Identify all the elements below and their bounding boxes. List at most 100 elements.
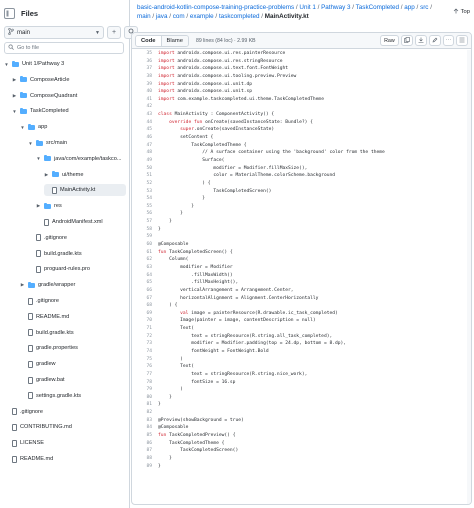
breadcrumb-link[interactable]: TaskCompleted <box>356 4 399 11</box>
breadcrumb-link[interactable]: app <box>404 4 415 11</box>
tree-folder[interactable]: ▼ Unit 1/Pathway 3 <box>4 58 64 70</box>
symbols-button[interactable] <box>456 35 468 46</box>
tree-file[interactable]: settings.gradle.kts <box>20 390 81 402</box>
line-number[interactable]: 61 <box>132 249 158 257</box>
tree-file[interactable]: LICENSE <box>4 437 44 449</box>
line-number[interactable]: 56 <box>132 210 158 218</box>
line-number[interactable]: 81 <box>132 401 158 409</box>
line-number[interactable]: 54 <box>132 195 158 203</box>
tree-file[interactable]: README.md <box>20 311 69 323</box>
breadcrumb-link[interactable]: taskcompleted <box>219 13 260 20</box>
tree-folder[interactable]: ▼ TaskCompleted <box>12 105 69 117</box>
line-number[interactable]: 80 <box>132 394 158 402</box>
tree-folder[interactable]: ▶ ComposeQuadrant <box>12 90 77 102</box>
line-number[interactable]: 70 <box>132 317 158 325</box>
tree-folder[interactable]: ▼ app <box>20 121 47 133</box>
tree-file[interactable]: MainActivity.kt <box>44 184 126 197</box>
chevron-down-icon[interactable]: ▼ <box>28 141 33 146</box>
line-number[interactable]: 86 <box>132 440 158 448</box>
go-to-file-input[interactable]: Go to file <box>4 42 124 54</box>
line-number[interactable]: 82 <box>132 409 158 417</box>
line-number[interactable]: 53 <box>132 188 158 196</box>
line-number[interactable]: 44 <box>132 119 158 127</box>
line-number[interactable]: 40 <box>132 88 158 96</box>
line-number[interactable]: 72 <box>132 333 158 341</box>
line-number[interactable]: 78 <box>132 379 158 387</box>
line-number[interactable]: 39 <box>132 81 158 89</box>
line-number[interactable]: 65 <box>132 279 158 287</box>
line-number[interactable]: 59 <box>132 233 158 241</box>
code-tab[interactable]: Code <box>136 35 162 46</box>
line-number[interactable]: 84 <box>132 424 158 432</box>
line-number[interactable]: 75 <box>132 356 158 364</box>
line-number[interactable]: 52 <box>132 180 158 188</box>
breadcrumb-link[interactable]: basic-android-kotlin-compose-training-pr… <box>137 4 294 11</box>
breadcrumb-link[interactable]: Pathway 3 <box>321 4 350 11</box>
line-number[interactable]: 55 <box>132 203 158 211</box>
tree-file[interactable]: README.md <box>4 453 53 465</box>
tree-file[interactable]: build.gradle.kts <box>20 327 74 339</box>
chevron-down-icon[interactable]: ▼ <box>12 109 17 114</box>
add-file-button[interactable]: + <box>107 26 121 39</box>
line-number[interactable]: 36 <box>132 58 158 66</box>
line-number[interactable]: 62 <box>132 256 158 264</box>
tree-folder[interactable]: ▼ src/main <box>28 137 67 149</box>
chevron-down-icon[interactable]: ▼ <box>4 62 9 67</box>
line-number[interactable]: 51 <box>132 172 158 180</box>
tree-file[interactable]: gradle.properties <box>20 342 78 354</box>
line-number[interactable]: 73 <box>132 340 158 348</box>
line-number[interactable]: 50 <box>132 165 158 173</box>
breadcrumb-link[interactable]: com <box>173 13 185 20</box>
line-number[interactable]: 85 <box>132 432 158 440</box>
edit-button[interactable] <box>428 35 441 46</box>
chevron-right-icon[interactable]: ▶ <box>12 77 17 83</box>
tree-folder[interactable]: ▶ ui/theme <box>44 169 83 181</box>
copy-button[interactable] <box>400 35 413 46</box>
tree-folder[interactable]: ▶ gradle/wrapper <box>20 279 75 291</box>
chevron-down-icon[interactable]: ▼ <box>36 156 41 161</box>
line-number[interactable]: 38 <box>132 73 158 81</box>
chevron-down-icon[interactable]: ▼ <box>20 125 25 130</box>
blame-tab[interactable]: Blame <box>161 35 188 46</box>
line-number[interactable]: 37 <box>132 65 158 73</box>
tree-folder[interactable]: ▶ res <box>36 200 62 212</box>
tree-file[interactable]: .gitignore <box>28 232 67 244</box>
tree-file[interactable]: AndroidManifest.xml <box>36 216 103 228</box>
top-button[interactable]: Top <box>453 8 470 16</box>
tree-file[interactable]: proguard-rules.pro <box>28 263 90 275</box>
line-number[interactable]: 87 <box>132 447 158 455</box>
line-number[interactable]: 76 <box>132 363 158 371</box>
line-number[interactable]: 45 <box>132 126 158 134</box>
chevron-right-icon[interactable]: ▶ <box>44 172 49 178</box>
tree-folder[interactable]: ▼ java/com/example/taskco... <box>36 153 121 165</box>
branch-selector[interactable]: main ▼ <box>4 26 104 39</box>
line-number[interactable]: 64 <box>132 272 158 280</box>
breadcrumb-link[interactable]: main <box>137 13 151 20</box>
line-number[interactable]: 57 <box>132 218 158 226</box>
chevron-right-icon[interactable]: ▶ <box>20 282 25 288</box>
line-number[interactable]: 48 <box>132 149 158 157</box>
line-number[interactable]: 68 <box>132 302 158 310</box>
line-number[interactable]: 71 <box>132 325 158 333</box>
chevron-right-icon[interactable]: ▶ <box>36 203 41 209</box>
tree-file[interactable]: gradlew.bat <box>20 374 65 386</box>
line-number[interactable]: 74 <box>132 348 158 356</box>
breadcrumb-link[interactable]: example <box>190 13 214 20</box>
line-number[interactable]: 60 <box>132 241 158 249</box>
download-button[interactable] <box>414 35 427 46</box>
line-number[interactable]: 46 <box>132 134 158 142</box>
line-number[interactable]: 69 <box>132 310 158 318</box>
line-number[interactable]: 42 <box>132 103 158 111</box>
tree-file[interactable]: build.gradle.kts <box>28 248 82 260</box>
line-number[interactable]: 77 <box>132 371 158 379</box>
tree-file[interactable]: gradlew <box>20 358 56 370</box>
tree-folder[interactable]: ▶ ComposeArticle <box>12 74 69 86</box>
line-number[interactable]: 67 <box>132 295 158 303</box>
line-number[interactable]: 66 <box>132 287 158 295</box>
breadcrumb-link[interactable]: Unit 1 <box>299 4 315 11</box>
collapse-sidebar-icon[interactable] <box>4 7 15 19</box>
raw-button[interactable]: Raw <box>380 35 399 46</box>
line-number[interactable]: 43 <box>132 111 158 119</box>
tree-file[interactable]: .gitignore <box>4 406 43 418</box>
tree-file[interactable]: CONTRIBUTING.md <box>4 421 72 433</box>
